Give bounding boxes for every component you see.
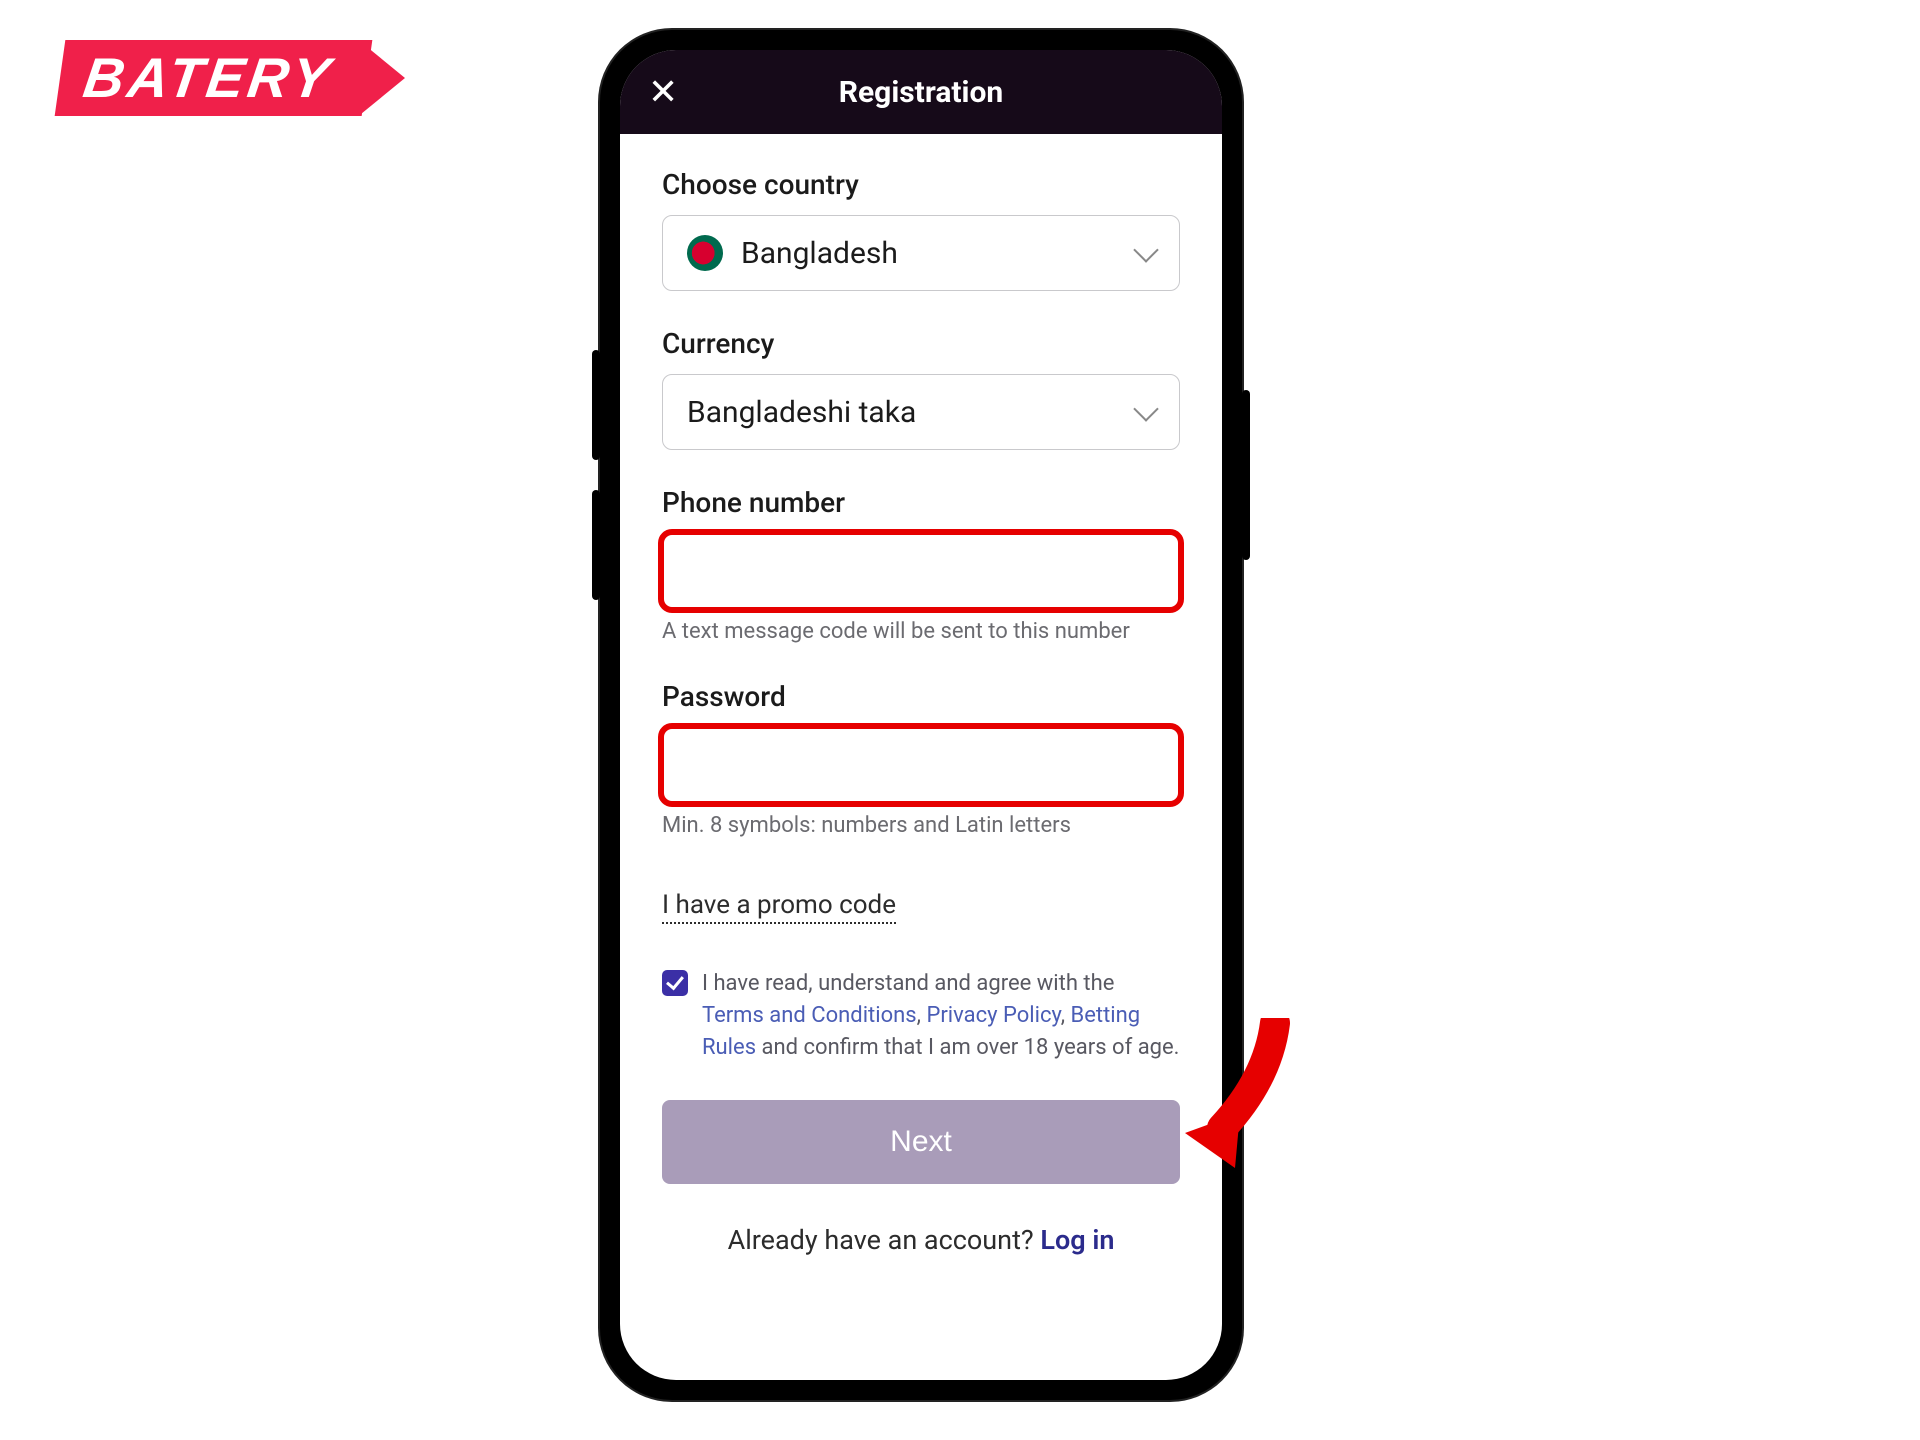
chevron-down-icon bbox=[1133, 396, 1158, 421]
page-title: Registration bbox=[620, 75, 1222, 110]
agreement-row: I have read, understand and agree with t… bbox=[662, 968, 1180, 1064]
password-field: Password Min. 8 symbols: numbers and Lat… bbox=[662, 680, 1180, 838]
country-select[interactable]: Bangladesh bbox=[662, 215, 1180, 291]
phone-volume-up bbox=[592, 350, 600, 460]
chevron-down-icon bbox=[1133, 237, 1158, 262]
currency-select[interactable]: Bangladeshi taka bbox=[662, 374, 1180, 450]
currency-field: Currency Bangladeshi taka bbox=[662, 327, 1180, 450]
phone-power-button bbox=[1242, 390, 1250, 560]
phone-label: Phone number bbox=[662, 486, 1180, 519]
phone-volume-down bbox=[592, 490, 600, 600]
next-button[interactable]: Next bbox=[662, 1100, 1180, 1184]
currency-label: Currency bbox=[662, 327, 1180, 360]
annotation-arrow-icon bbox=[1180, 1018, 1300, 1168]
agreement-text: I have read, understand and agree with t… bbox=[702, 968, 1180, 1064]
agree-sep1: , bbox=[917, 1003, 927, 1028]
privacy-link[interactable]: Privacy Policy bbox=[926, 1003, 1060, 1028]
password-input[interactable] bbox=[662, 727, 1180, 803]
flag-bangladesh-icon bbox=[687, 235, 723, 271]
brand-logo: BATERY bbox=[60, 40, 405, 116]
phone-field: Phone number A text message code will be… bbox=[662, 486, 1180, 644]
terms-link[interactable]: Terms and Conditions bbox=[702, 1003, 917, 1028]
registration-form: Choose country Bangladesh Currency Bangl… bbox=[620, 134, 1222, 1380]
promo-code-link[interactable]: I have a promo code bbox=[662, 890, 896, 924]
password-hint: Min. 8 symbols: numbers and Latin letter… bbox=[662, 813, 1180, 838]
country-label: Choose country bbox=[662, 168, 1180, 201]
agree-suffix: and confirm that I am over 18 years of a… bbox=[756, 1035, 1179, 1060]
agree-sep2: , bbox=[1061, 1003, 1071, 1028]
agree-prefix: I have read, understand and agree with t… bbox=[702, 971, 1114, 996]
phone-input[interactable] bbox=[662, 533, 1180, 609]
login-footer: Already have an account? Log in bbox=[662, 1224, 1180, 1256]
currency-value: Bangladeshi taka bbox=[687, 395, 916, 430]
country-field: Choose country Bangladesh bbox=[662, 168, 1180, 291]
close-icon[interactable]: ✕ bbox=[648, 74, 678, 110]
login-link[interactable]: Log in bbox=[1040, 1224, 1114, 1256]
phone-hint: A text message code will be sent to this… bbox=[662, 619, 1180, 644]
brand-name: BATERY bbox=[55, 40, 373, 116]
titlebar: ✕ Registration bbox=[620, 50, 1222, 134]
login-prompt: Already have an account? bbox=[728, 1224, 1041, 1256]
terms-checkbox[interactable] bbox=[662, 970, 688, 996]
country-value: Bangladesh bbox=[741, 236, 898, 271]
password-label: Password bbox=[662, 680, 1180, 713]
phone-screen: ✕ Registration Choose country Bangladesh… bbox=[620, 50, 1222, 1380]
phone-frame: ✕ Registration Choose country Bangladesh… bbox=[600, 30, 1242, 1400]
